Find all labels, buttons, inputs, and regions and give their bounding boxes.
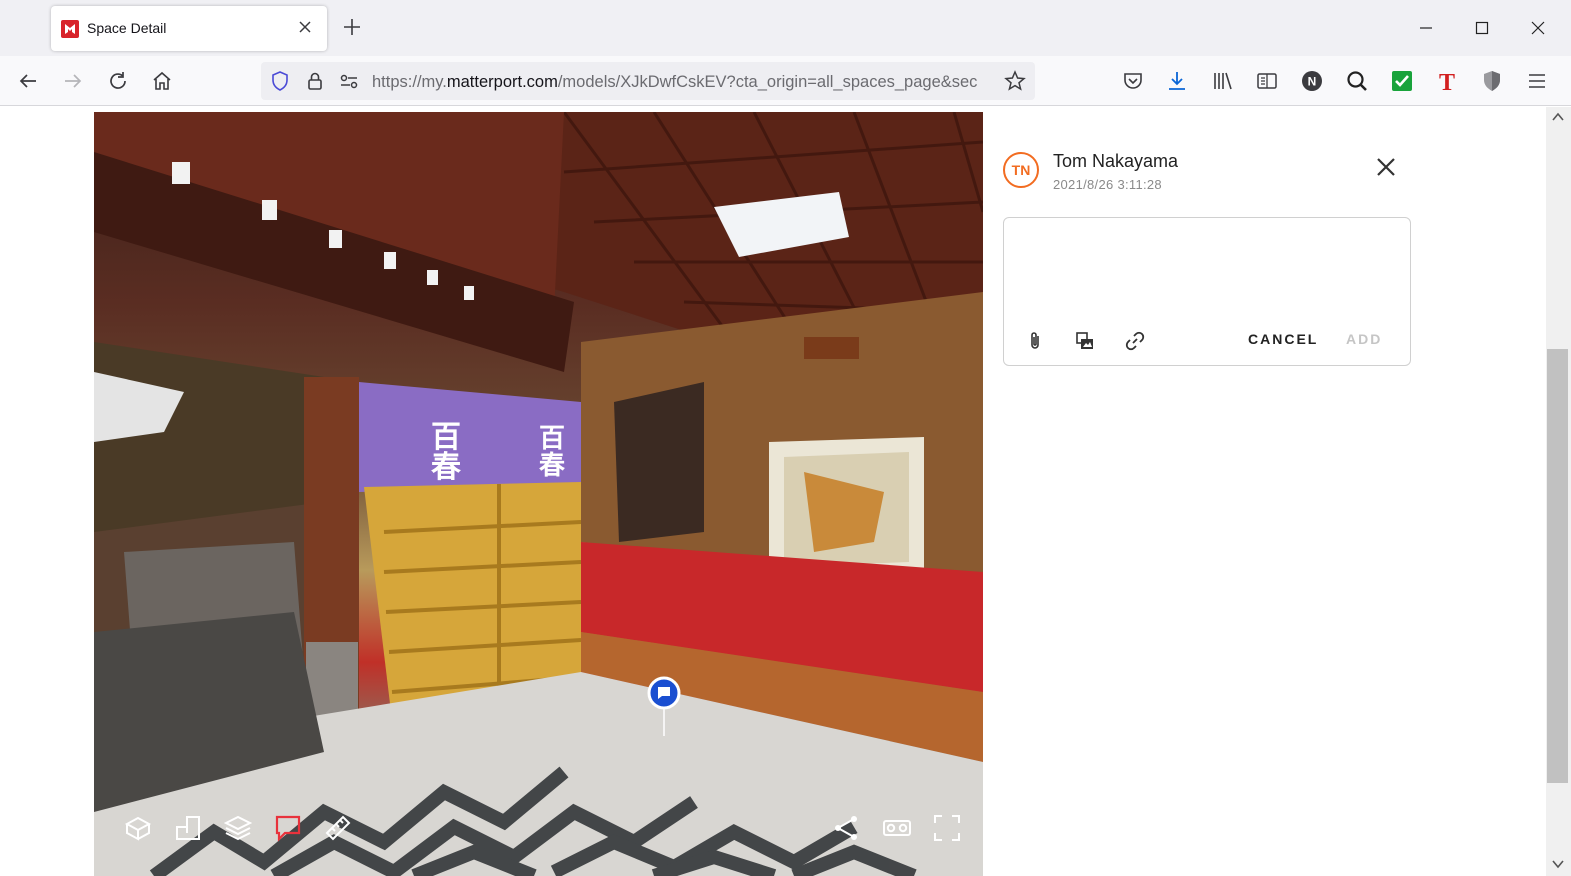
comment-composer: CANCEL ADD	[1003, 217, 1411, 366]
url-bar[interactable]: https://my.matterport.com/models/XJkDwfC…	[261, 62, 1035, 100]
lock-icon[interactable]	[304, 70, 326, 92]
measure-ruler-icon[interactable]	[323, 813, 353, 843]
extension-t-icon[interactable]: T	[1435, 69, 1459, 93]
svg-text:春: 春	[431, 450, 461, 485]
svg-text:百: 百	[539, 424, 565, 454]
matterport-3d-viewer[interactable]: 百 春 百 春	[94, 112, 983, 876]
extension-n-icon[interactable]: N	[1300, 69, 1324, 93]
library-icon[interactable]	[1211, 69, 1235, 93]
mattertag-pin-icon[interactable]	[647, 676, 681, 736]
scroll-down-arrow-icon[interactable]	[1551, 857, 1565, 871]
extension-check-icon[interactable]	[1390, 69, 1414, 93]
author-name: Tom Nakayama	[1053, 151, 1179, 171]
cancel-button[interactable]: CANCEL	[1248, 331, 1318, 347]
tab-strip: Space Detail	[0, 0, 1571, 56]
shield-icon[interactable]	[269, 70, 291, 92]
forward-icon[interactable]	[61, 69, 85, 93]
reload-icon[interactable]	[106, 69, 130, 93]
matterport-logo-icon	[61, 20, 79, 38]
permissions-icon[interactable]	[338, 70, 360, 92]
window-close-icon[interactable]	[1526, 16, 1550, 40]
close-panel-icon[interactable]	[1374, 155, 1398, 179]
tab-title: Space Detail	[87, 20, 167, 36]
reader-icon[interactable]	[1255, 69, 1279, 93]
comment-timestamp: 2021/8/26 3:11:28	[1053, 177, 1162, 192]
close-tab-icon[interactable]	[295, 17, 315, 37]
tab-space-detail[interactable]: Space Detail	[51, 6, 327, 51]
download-icon[interactable]	[1165, 69, 1189, 93]
comment-input[interactable]	[1014, 226, 1400, 314]
minimize-icon[interactable]	[1414, 16, 1438, 40]
attachment-icon[interactable]	[1024, 330, 1046, 352]
extension-search-icon[interactable]	[1345, 69, 1369, 93]
add-button[interactable]: ADD	[1346, 331, 1382, 347]
author-avatar: TN	[1003, 152, 1039, 188]
maximize-icon[interactable]	[1470, 16, 1494, 40]
pocket-icon[interactable]	[1121, 69, 1145, 93]
dollhouse-view-icon[interactable]	[123, 813, 153, 843]
nav-toolbar: https://my.matterport.com/models/XJkDwfC…	[0, 56, 1571, 106]
url-text[interactable]: https://my.matterport.com/models/XJkDwfC…	[372, 73, 994, 92]
new-tab-icon[interactable]	[342, 17, 362, 37]
scroll-up-arrow-icon[interactable]	[1551, 110, 1565, 124]
home-icon[interactable]	[150, 69, 174, 93]
panorama-scene-image: 百 春 百 春	[94, 112, 983, 876]
svg-text:春: 春	[539, 451, 565, 481]
svg-text:N: N	[1308, 75, 1317, 89]
share-icon[interactable]	[832, 813, 862, 843]
page-scrollbar[interactable]	[1546, 107, 1571, 876]
fullscreen-icon[interactable]	[932, 813, 962, 843]
bookmark-star-icon[interactable]	[1004, 70, 1026, 92]
floorplan-view-icon[interactable]	[173, 813, 203, 843]
vr-headset-icon[interactable]	[882, 813, 912, 843]
floors-layers-icon[interactable]	[223, 813, 253, 843]
scroll-thumb[interactable]	[1547, 349, 1568, 783]
media-embed-icon[interactable]	[1074, 330, 1096, 352]
menu-icon[interactable]	[1525, 69, 1549, 93]
extension-shield-icon[interactable]	[1480, 69, 1504, 93]
svg-text:T: T	[1439, 70, 1455, 93]
mattertags-comment-icon[interactable]	[273, 813, 303, 843]
back-icon[interactable]	[16, 69, 40, 93]
link-icon[interactable]	[1124, 330, 1146, 352]
